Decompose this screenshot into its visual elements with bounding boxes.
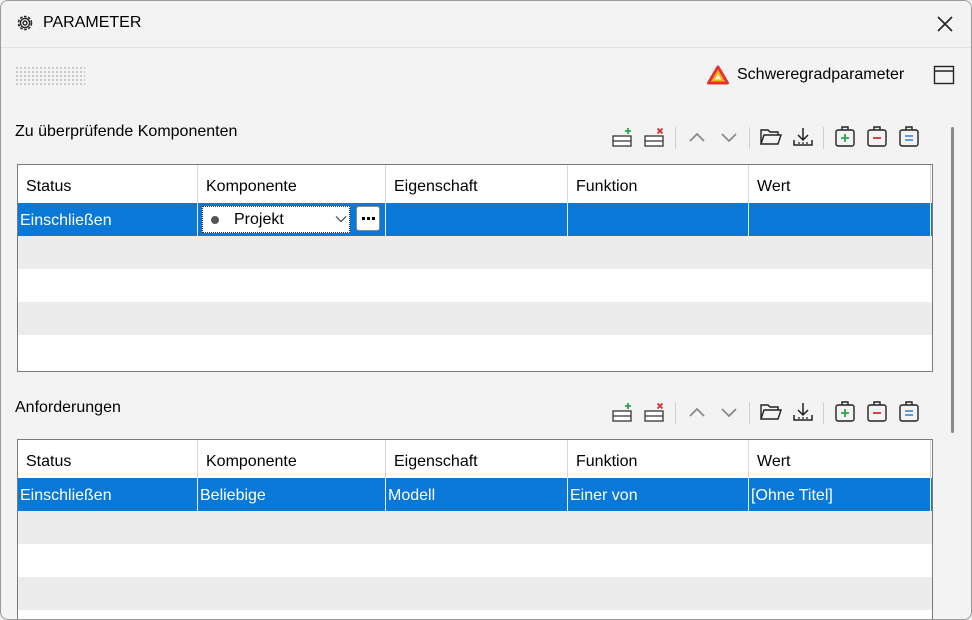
toolbar-separator	[823, 402, 824, 424]
toolbar-separator	[675, 127, 676, 149]
severity-parameter-label[interactable]: Schweregradparameter	[737, 66, 904, 84]
toolbar-separator	[675, 402, 676, 424]
remove-item-icon[interactable]	[865, 400, 889, 424]
add-item-icon[interactable]	[833, 400, 857, 424]
section2-toolbar	[611, 400, 931, 428]
column-header-value[interactable]: Wert	[749, 440, 931, 478]
column-header-function[interactable]: Funktion	[568, 165, 749, 203]
toolbar-separator	[823, 127, 824, 149]
more-options-button[interactable]	[356, 206, 380, 231]
move-down-icon[interactable]	[717, 125, 741, 149]
column-header-value[interactable]: Wert	[749, 165, 931, 203]
delete-row-icon[interactable]	[643, 400, 667, 424]
section-title-components: Zu überprüfende Komponenten	[15, 123, 238, 140]
table-row-empty[interactable]	[18, 544, 932, 577]
section-title-requirements: Anforderungen	[15, 399, 121, 416]
function-cell[interactable]: Einer von	[568, 478, 749, 511]
column-header-property[interactable]: Eigenschaft	[386, 165, 568, 203]
requirements-table: Status Komponente Eigenschaft Funktion W…	[17, 439, 933, 619]
edit-item-icon[interactable]	[897, 400, 921, 424]
import-icon[interactable]	[791, 400, 815, 424]
move-up-icon[interactable]	[685, 400, 709, 424]
property-cell[interactable]: Modell	[386, 478, 568, 511]
table-row-empty[interactable]	[18, 577, 932, 610]
window-title: PARAMETER	[43, 14, 142, 31]
table-row[interactable]: Einschließen Beliebige Modell Einer von …	[18, 478, 932, 511]
column-header-component[interactable]: Komponente	[198, 440, 386, 478]
add-item-icon[interactable]	[833, 125, 857, 149]
value-cell[interactable]	[749, 203, 931, 236]
component-dropdown-value: Projekt	[234, 211, 284, 228]
remove-item-icon[interactable]	[865, 125, 889, 149]
move-up-icon[interactable]	[685, 125, 709, 149]
move-down-icon[interactable]	[717, 400, 741, 424]
component-cell[interactable]: Beliebige	[198, 478, 386, 511]
edit-item-icon[interactable]	[897, 125, 921, 149]
delete-row-icon[interactable]	[643, 125, 667, 149]
drag-grip[interactable]	[15, 66, 85, 86]
table-row-empty[interactable]	[18, 511, 932, 544]
property-cell[interactable]	[386, 203, 568, 236]
section1-toolbar	[611, 125, 931, 153]
toolbar-separator	[749, 127, 750, 149]
gear-icon	[17, 15, 33, 31]
add-row-icon[interactable]	[611, 125, 635, 149]
open-folder-icon[interactable]	[759, 125, 783, 149]
close-icon[interactable]	[933, 12, 957, 36]
column-header-function[interactable]: Funktion	[568, 440, 749, 478]
value-cell[interactable]: [Ohne Titel]	[749, 478, 931, 511]
table-row-empty[interactable]	[18, 236, 932, 269]
table-header: Status Komponente Eigenschaft Funktion W…	[18, 165, 932, 203]
table-header: Status Komponente Eigenschaft Funktion W…	[18, 440, 932, 478]
column-header-component[interactable]: Komponente	[198, 165, 386, 203]
table-row-empty[interactable]	[18, 302, 932, 335]
vertical-scrollbar[interactable]	[941, 101, 967, 619]
table-row[interactable]: Einschließen Projekt	[18, 203, 932, 236]
add-row-icon[interactable]	[611, 400, 635, 424]
parameter-window: PARAMETER Schweregradparameter Zu überpr…	[0, 0, 972, 620]
open-folder-icon[interactable]	[759, 400, 783, 424]
warning-triangle-icon	[707, 65, 729, 85]
table-row-empty[interactable]	[18, 335, 932, 368]
column-header-status[interactable]: Status	[18, 165, 198, 203]
component-cell[interactable]: Projekt	[198, 203, 386, 236]
status-cell[interactable]: Einschließen	[18, 478, 198, 511]
function-cell[interactable]	[568, 203, 749, 236]
column-header-property[interactable]: Eigenschaft	[386, 440, 568, 478]
title-bar: PARAMETER	[1, 1, 971, 48]
status-cell[interactable]: Einschließen	[18, 203, 198, 236]
column-header-status[interactable]: Status	[18, 440, 198, 478]
toolbar-separator	[749, 402, 750, 424]
panel-layout-icon[interactable]	[933, 65, 955, 85]
import-icon[interactable]	[791, 125, 815, 149]
component-dropdown[interactable]: Projekt	[202, 206, 350, 233]
table-row-empty[interactable]	[18, 269, 932, 302]
project-dot-icon	[211, 216, 219, 224]
scrollbar-thumb[interactable]	[951, 127, 954, 433]
chevron-down-icon	[335, 216, 347, 223]
components-table: Status Komponente Eigenschaft Funktion W…	[17, 164, 933, 372]
